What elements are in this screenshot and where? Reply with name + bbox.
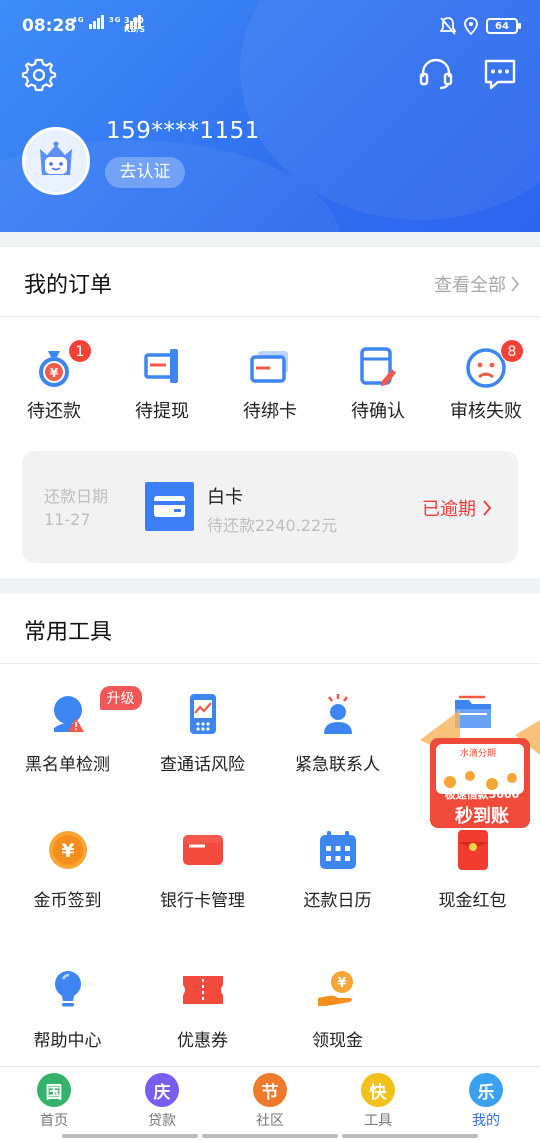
see-all-link[interactable]: 查看全部 bbox=[434, 271, 520, 297]
home-icon: 国 bbox=[37, 1073, 71, 1107]
nav-community[interactable]: 节 社区 bbox=[216, 1067, 324, 1140]
repay-date: 还款日期 11-27 bbox=[44, 487, 109, 529]
settings-gear-icon[interactable] bbox=[21, 56, 57, 92]
loan-promo-banner[interactable]: 水滴分期 极速借款5000 秒到账 bbox=[420, 700, 540, 830]
red-envelope-icon bbox=[457, 830, 488, 870]
message-icon[interactable] bbox=[482, 56, 518, 92]
coin-checkin-icon: ¥ bbox=[48, 831, 87, 869]
white-card-icon bbox=[145, 482, 194, 531]
tool-coin-checkin[interactable]: ¥ 金币签到 bbox=[0, 828, 135, 911]
tool-emergency-contact[interactable]: 紧急联系人 bbox=[270, 692, 405, 775]
tool-red-envelope[interactable]: 现金红包 bbox=[405, 828, 540, 911]
location-icon bbox=[464, 17, 478, 35]
repayment-card[interactable]: 还款日期 11-27 白卡 待还款2240.22元 已逾期 bbox=[22, 451, 518, 563]
hand-coin-icon: ¥ bbox=[317, 971, 353, 1006]
verify-button[interactable]: 去认证 bbox=[105, 157, 185, 188]
status-time: 08:28 bbox=[22, 16, 77, 36]
customer-service-icon[interactable] bbox=[418, 56, 454, 92]
tool-bank-card[interactable]: 银行卡管理 bbox=[135, 828, 270, 911]
tool-claim-cash[interactable]: ¥ 领现金 bbox=[270, 968, 405, 1051]
community-icon: 节 bbox=[253, 1073, 287, 1107]
avatar[interactable] bbox=[22, 127, 90, 195]
crown-mascot-icon bbox=[40, 141, 72, 175]
order-pending-withdraw[interactable]: 待提现 bbox=[108, 331, 216, 423]
tools-title: 常用工具 bbox=[24, 620, 113, 645]
bottom-nav: 国 首页 庆 贷款 节 社区 快 工具 乐 我的 bbox=[0, 1066, 540, 1140]
promo-line1: 极速借款5000 bbox=[444, 788, 520, 801]
order-review-failed[interactable]: 8 审核失败 bbox=[432, 331, 540, 423]
network-speed: 3.00 KB/S bbox=[124, 16, 145, 34]
bind-card-icon bbox=[250, 351, 288, 383]
orders-title: 我的订单 bbox=[24, 273, 113, 298]
order-pending-confirm[interactable]: 待确认 bbox=[324, 331, 432, 423]
confirm-doc-icon bbox=[360, 347, 396, 386]
tool-blacklist-check[interactable]: 升级 黑名单检测 bbox=[0, 686, 142, 775]
svg-text:¥: ¥ bbox=[50, 366, 59, 380]
promo-line2: 秒到账 bbox=[455, 806, 509, 827]
nav-loan[interactable]: 庆 贷款 bbox=[108, 1067, 216, 1140]
chevron-right-icon bbox=[483, 500, 492, 516]
tool-repay-calendar[interactable]: 还款日历 bbox=[270, 828, 405, 911]
mute-bell-icon bbox=[440, 17, 456, 35]
user-phone: 159****1151 bbox=[106, 118, 260, 144]
svg-text:¥: ¥ bbox=[337, 976, 346, 991]
blacklist-check-icon bbox=[53, 696, 84, 732]
calendar-icon bbox=[319, 831, 356, 869]
withdraw-icon bbox=[144, 349, 178, 383]
emergency-contact-icon bbox=[323, 694, 352, 734]
svg-text:¥: ¥ bbox=[61, 840, 74, 862]
nav-mine[interactable]: 乐 我的 bbox=[432, 1067, 540, 1140]
orders-section: 我的订单 查看全部 ¥ 1 待还款 待提现 待绑卡 待确认 8 审核失败 还款日… bbox=[0, 247, 540, 578]
loan-icon: 庆 bbox=[145, 1073, 179, 1107]
bank-card-icon bbox=[182, 835, 223, 865]
help-bulb-icon bbox=[54, 971, 81, 1007]
tool-help-center[interactable]: 帮助中心 bbox=[0, 968, 135, 1051]
battery-icon: 64 bbox=[486, 18, 521, 34]
tool-coupon[interactable]: 优惠券 bbox=[135, 968, 270, 1051]
tool-phone-risk[interactable]: 查通话风险 bbox=[135, 692, 270, 775]
chevron-right-icon bbox=[511, 276, 520, 292]
nav-home[interactable]: 国 首页 bbox=[0, 1067, 108, 1140]
gesture-bar bbox=[62, 1134, 478, 1138]
promo-brand: 水滴分期 bbox=[460, 749, 497, 759]
profile-header: 08:28 4G 3G 3.00 KB/S 64 159****1151 去认证 bbox=[0, 0, 540, 232]
order-badge: 1 bbox=[68, 339, 92, 363]
order-pending-repay[interactable]: ¥ 1 待还款 bbox=[0, 331, 108, 423]
overdue-status[interactable]: 已逾期 bbox=[422, 495, 492, 521]
order-pending-bind-card[interactable]: 待绑卡 bbox=[216, 331, 324, 423]
nav-tools[interactable]: 快 工具 bbox=[324, 1067, 432, 1140]
card-name: 白卡 bbox=[207, 487, 243, 508]
phone-risk-icon bbox=[189, 694, 216, 734]
mine-icon: 乐 bbox=[469, 1073, 503, 1107]
tools-icon: 快 bbox=[361, 1073, 395, 1107]
repay-amount: 待还款2240.22元 bbox=[207, 516, 338, 535]
coupon-icon bbox=[182, 976, 223, 1004]
status-bar: 08:28 4G 3G 3.00 KB/S 64 bbox=[0, 0, 540, 52]
order-badge: 8 bbox=[500, 339, 524, 363]
